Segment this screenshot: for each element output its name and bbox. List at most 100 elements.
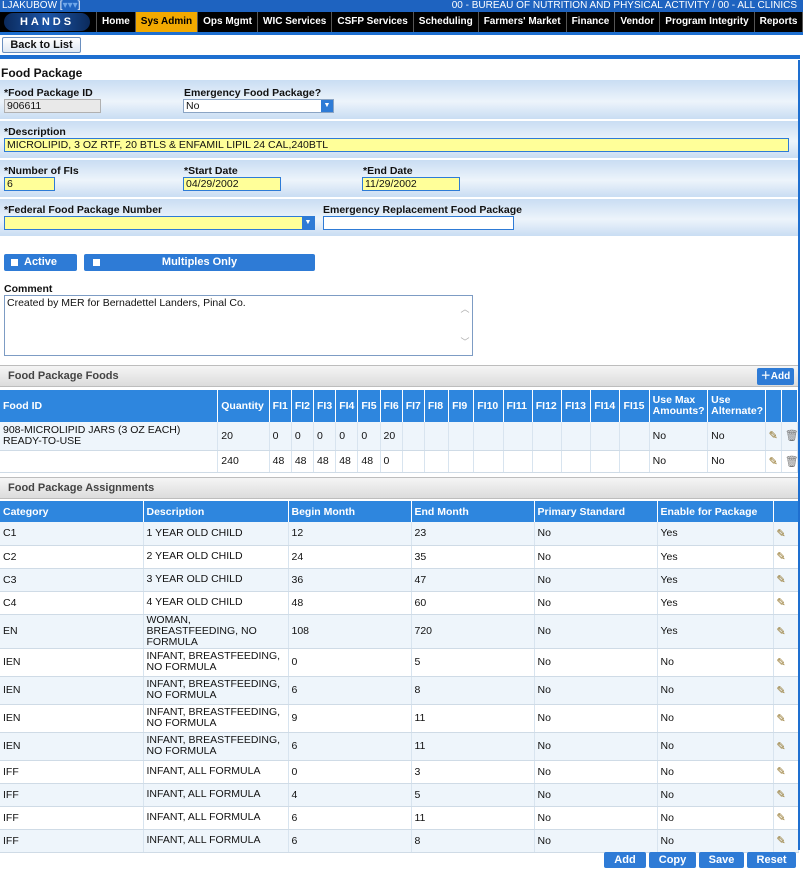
nav-vendor[interactable]: Vendor [614, 12, 659, 32]
column-header[interactable]: FI10 [473, 390, 504, 422]
trash-icon[interactable]: 🗑 [785, 430, 797, 442]
edit-icon[interactable]: ✎ [777, 741, 786, 753]
active-checkbox[interactable]: Active [4, 254, 77, 271]
column-header[interactable]: Enable for Package [657, 501, 774, 522]
emergency-select[interactable]: No ▼ [183, 99, 334, 113]
column-header[interactable]: End Month [411, 501, 535, 522]
column-header[interactable]: FI15 [619, 390, 650, 422]
nav-program-integrity[interactable]: Program Integrity [659, 12, 753, 32]
edit-icon[interactable]: ✎ [777, 766, 786, 778]
column-header[interactable]: Use Max Amounts? [649, 390, 709, 422]
table-cell: No [534, 568, 658, 592]
food-package-id-field[interactable]: 906611 [4, 99, 101, 113]
column-header[interactable]: Quantity [217, 390, 270, 422]
end-date-field[interactable]: 11/29/2002 [362, 177, 460, 191]
column-header[interactable]: FI11 [503, 390, 533, 422]
table-cell: INFANT, ALL FORMULA [143, 829, 289, 853]
table-cell: Yes [657, 568, 774, 592]
table-cell: Yes [657, 591, 774, 615]
nav-wic-services[interactable]: WIC Services [257, 12, 331, 32]
column-header[interactable]: Food ID [0, 390, 219, 422]
comment-label: Comment [4, 283, 53, 295]
table-cell: No [657, 704, 774, 733]
column-header[interactable]: FI6 [380, 390, 403, 422]
save-button[interactable]: Save [699, 852, 744, 868]
column-header[interactable]: Use Alternate? [707, 390, 766, 422]
table-cell: WOMAN, BREASTFEEDING, NO FORMULA [143, 614, 289, 649]
column-header[interactable]: FI9 [448, 390, 475, 422]
table-cell: 48 [313, 450, 337, 473]
nav-underline [0, 32, 803, 35]
back-to-list-button[interactable]: Back to List [2, 37, 81, 53]
column-header[interactable]: Primary Standard [534, 501, 658, 522]
edit-icon[interactable]: ✎ [777, 626, 786, 638]
table-cell [561, 422, 592, 451]
column-header[interactable]: FI8 [424, 390, 450, 422]
table-cell: 20 [380, 422, 403, 451]
copy-button[interactable]: Copy [649, 852, 696, 868]
column-header[interactable]: Begin Month [288, 501, 412, 522]
column-header[interactable]: FI5 [357, 390, 381, 422]
edit-icon[interactable]: ✎ [777, 657, 786, 669]
table-cell: No [534, 614, 658, 649]
start-date-field[interactable]: 04/29/2002 [183, 177, 281, 191]
edit-icon[interactable]: ✎ [777, 713, 786, 725]
chevron-down-icon[interactable]: ▼ [321, 100, 333, 112]
federal-package-select[interactable]: ▼ [4, 216, 315, 230]
column-header[interactable]: FI4 [335, 390, 359, 422]
add-button[interactable]: Add [604, 852, 646, 868]
chevron-down-icon[interactable]: ▼ [302, 217, 314, 229]
nav-scheduling[interactable]: Scheduling [412, 12, 478, 32]
add-food-button[interactable]: ＋Add [757, 368, 794, 385]
nav-sys-admin[interactable]: Sys Admin [134, 12, 198, 32]
food-package-id-label: *Food Package ID [4, 87, 93, 99]
comment-textarea[interactable]: Created by MER for Bernadettel Landers, … [4, 295, 473, 356]
column-header[interactable]: FI3 [313, 390, 337, 422]
table-cell: 2 YEAR OLD CHILD [143, 545, 289, 569]
edit-icon[interactable]: ✎ [777, 685, 786, 697]
table-cell [503, 422, 533, 451]
table-cell: 35 [411, 545, 535, 569]
edit-icon[interactable]: ✎ [777, 551, 786, 563]
trash-icon[interactable]: 🗑 [785, 456, 797, 468]
column-header[interactable]: Description [143, 501, 289, 522]
column-header[interactable]: FI13 [561, 390, 592, 422]
table-row: C2 2 YEAR OLD CHILD 24 35 No Yes ✎ [0, 545, 799, 569]
table-cell [532, 422, 562, 451]
nav-home[interactable]: Home [96, 12, 135, 32]
column-header[interactable]: FI1 [269, 390, 292, 422]
emergency-replacement-field[interactable] [323, 216, 514, 230]
nav-ops-mgmt[interactable]: Ops Mgmt [197, 12, 257, 32]
table-cell: No [534, 806, 658, 830]
column-header[interactable]: Category [0, 501, 144, 522]
edit-icon[interactable]: ✎ [769, 430, 778, 442]
edit-icon[interactable]: ✎ [777, 812, 786, 824]
table-cell: 47 [411, 568, 535, 592]
column-header[interactable]: FI14 [590, 390, 621, 422]
number-of-fis-field[interactable]: 6 [4, 177, 55, 191]
nav-farmers-market[interactable]: Farmers' Market [477, 12, 566, 32]
edit-icon[interactable]: ✎ [777, 835, 786, 847]
edit-icon[interactable]: ✎ [777, 789, 786, 801]
edit-icon[interactable]: ✎ [769, 456, 778, 468]
scrollbar[interactable]: ︿ ﹀ [460, 302, 470, 348]
number-of-fis-label: *Number of FIs [4, 165, 79, 177]
table-row: IFF INFANT, ALL FORMULA 6 8 No No ✎ [0, 829, 799, 853]
edit-icon[interactable]: ✎ [777, 574, 786, 586]
column-header[interactable]: FI12 [532, 390, 562, 422]
table-cell [590, 422, 621, 451]
edit-icon[interactable]: ✎ [777, 528, 786, 540]
table-row: IFF INFANT, ALL FORMULA 4 5 No No ✎ [0, 783, 799, 807]
column-header[interactable]: FI2 [291, 390, 315, 422]
nav-csfp-services[interactable]: CSFP Services [331, 12, 412, 32]
edit-icon[interactable]: ✎ [777, 597, 786, 609]
nav-reports[interactable]: Reports [753, 12, 803, 32]
nav-finance[interactable]: Finance [565, 12, 615, 32]
table-cell: 6 [288, 732, 412, 761]
multiples-only-checkbox[interactable]: Multiples Only [84, 254, 315, 271]
reset-button[interactable]: Reset [747, 852, 796, 868]
table-cell: No [534, 591, 658, 615]
table-cell: 3 YEAR OLD CHILD [143, 568, 289, 592]
column-header[interactable]: FI7 [402, 390, 425, 422]
description-field[interactable]: MICROLIPID, 3 OZ RTF, 20 BTLS & ENFAMIL … [4, 138, 789, 152]
